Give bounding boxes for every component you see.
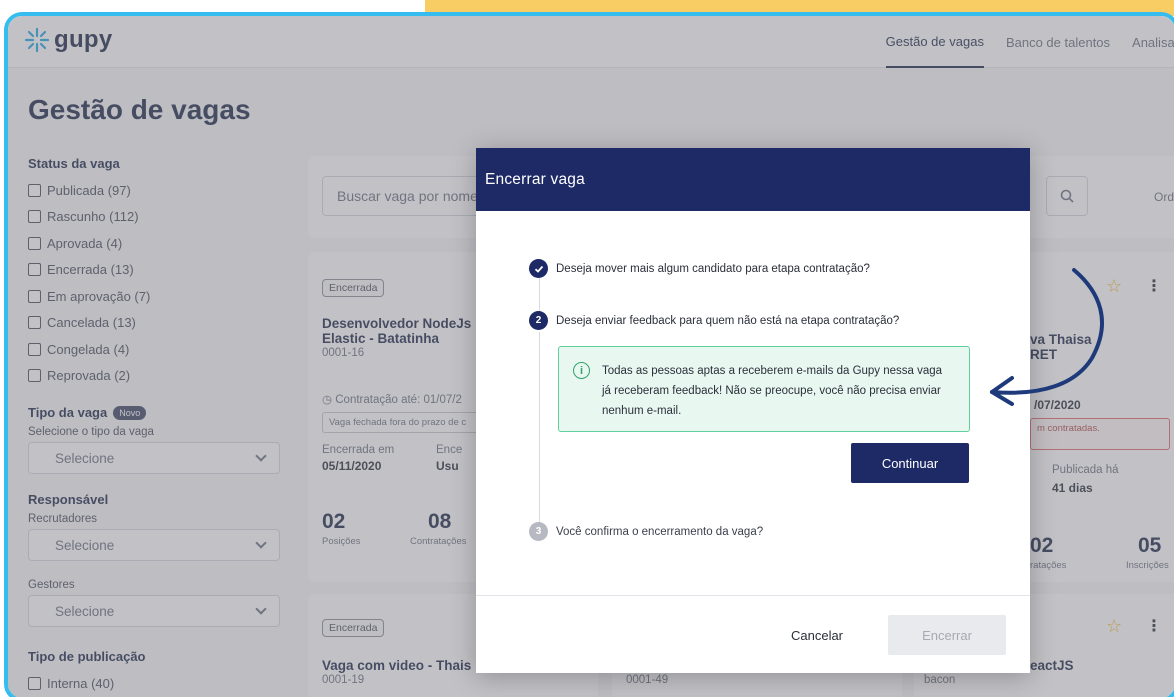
step-connector	[539, 278, 540, 313]
continue-button[interactable]: Continuar	[851, 443, 969, 483]
feedback-info-box: i Todas as pessoas aptas a receberem e-m…	[558, 346, 970, 432]
info-icon: i	[573, 362, 590, 379]
step-connector	[539, 332, 540, 528]
step-2: 2 Deseja enviar feedback para quem não e…	[529, 311, 899, 330]
close-job-modal: Encerrar vaga Deseja mover mais algum ca…	[476, 148, 1030, 673]
modal-header: Encerrar vaga	[476, 148, 1030, 211]
close-job-button[interactable]: Encerrar	[888, 615, 1006, 655]
check-icon	[529, 259, 548, 278]
step-number: 2	[529, 311, 548, 330]
modal-title: Encerrar vaga	[485, 170, 585, 188]
step-3: 3 Você confirma o encerramento da vaga?	[529, 522, 763, 541]
cancel-button[interactable]: Cancelar	[776, 615, 858, 655]
annotation-arrow-icon	[990, 268, 1104, 406]
step-1: Deseja mover mais algum candidato para e…	[529, 259, 870, 278]
modal-footer-divider	[476, 595, 1030, 596]
step-label: Deseja mover mais algum candidato para e…	[556, 262, 870, 275]
step-label: Deseja enviar feedback para quem não est…	[556, 314, 900, 327]
info-text: Todas as pessoas aptas a receberem e-mai…	[602, 365, 943, 417]
step-number: 3	[529, 522, 548, 541]
step-label: Você confirma o encerramento da vaga?	[556, 525, 764, 538]
